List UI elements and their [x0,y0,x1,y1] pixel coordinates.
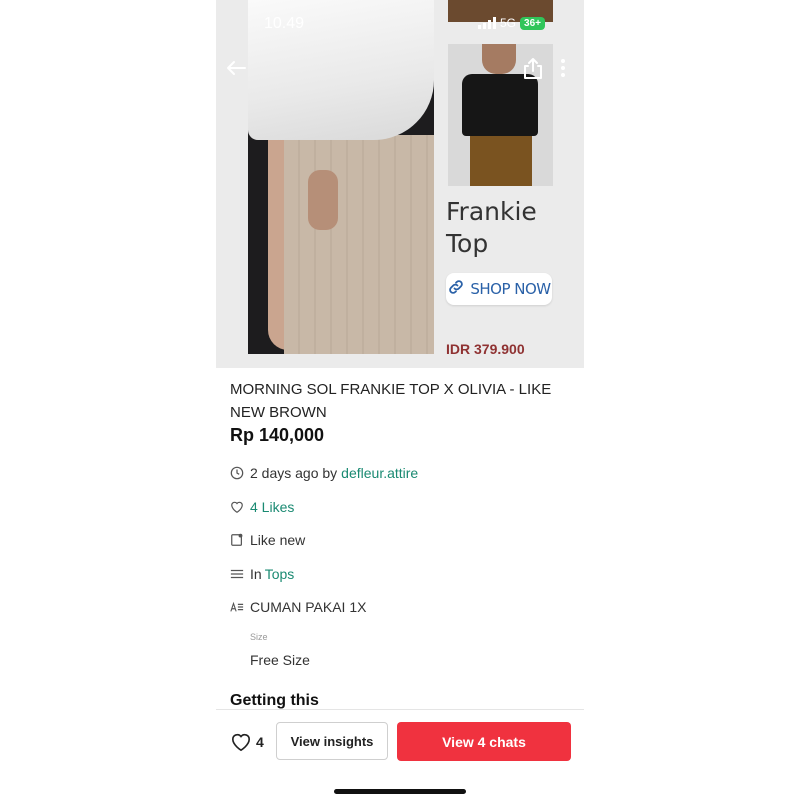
promo-title: Frankie Top [446,197,537,258]
status-time: 10.49 [264,15,305,32]
view-chats-button[interactable]: View 4 chats [397,722,571,761]
link-icon [447,278,465,301]
category-link[interactable]: Tops [265,566,295,582]
like-button[interactable]: 4 [230,732,264,752]
category-prefix: In [250,566,262,582]
share-button[interactable] [522,56,544,80]
signal-icon [478,17,496,29]
likes-link[interactable]: 4 Likes [250,499,294,515]
posted-time: 2 days ago by [250,465,338,481]
likes-row[interactable]: 4 Likes [230,499,294,515]
battery-icon: 36+ [520,16,545,30]
condition-row: Like new [230,532,305,548]
promo-price: IDR 379.900 [446,341,525,357]
view-insights-button[interactable]: View insights [276,722,388,760]
status-indicators: 5G 36+ [478,16,545,30]
heart-icon [230,500,244,514]
share-icon [524,58,542,79]
shop-now-badge: SHOP NOW [446,273,552,305]
text-format-icon [230,600,244,614]
tag-icon [230,533,244,547]
clock-icon [230,466,244,480]
size-value: Free Size [250,652,310,668]
section-heading: Getting this [230,692,319,709]
shop-now-label: SHOP NOW [470,280,551,298]
seller-link[interactable]: defleur.attire [341,465,418,481]
arrow-left-icon [227,61,246,75]
size-label: Size [250,632,268,642]
listing-price: Rp 140,000 [230,425,325,445]
posted-info: 2 days ago by defleur.attire [230,465,418,481]
heart-outline-icon [231,733,251,752]
description-row: CUMAN PAKAI 1X [230,599,366,615]
listing-title: MORNING SOL FRANKIE TOP X OLIVIA - LIKE … [230,381,552,421]
category-row: In Tops [230,566,294,582]
network-type: 5G [500,16,517,30]
phone-screen: Frankie Top SHOP NOW IDR 379.900 10.49 5… [216,0,584,800]
bottom-action-bar: 4 View insights View 4 chats [216,709,584,800]
model-photo [248,0,434,354]
home-indicator[interactable] [334,789,466,794]
condition-text: Like new [250,532,306,548]
list-icon [230,567,244,581]
back-button[interactable] [224,56,248,80]
product-image[interactable]: Frankie Top SHOP NOW IDR 379.900 10.49 5… [216,0,584,368]
description-text: CUMAN PAKAI 1X [250,599,367,615]
more-options-button[interactable] [558,56,568,80]
like-count: 4 [256,734,264,750]
